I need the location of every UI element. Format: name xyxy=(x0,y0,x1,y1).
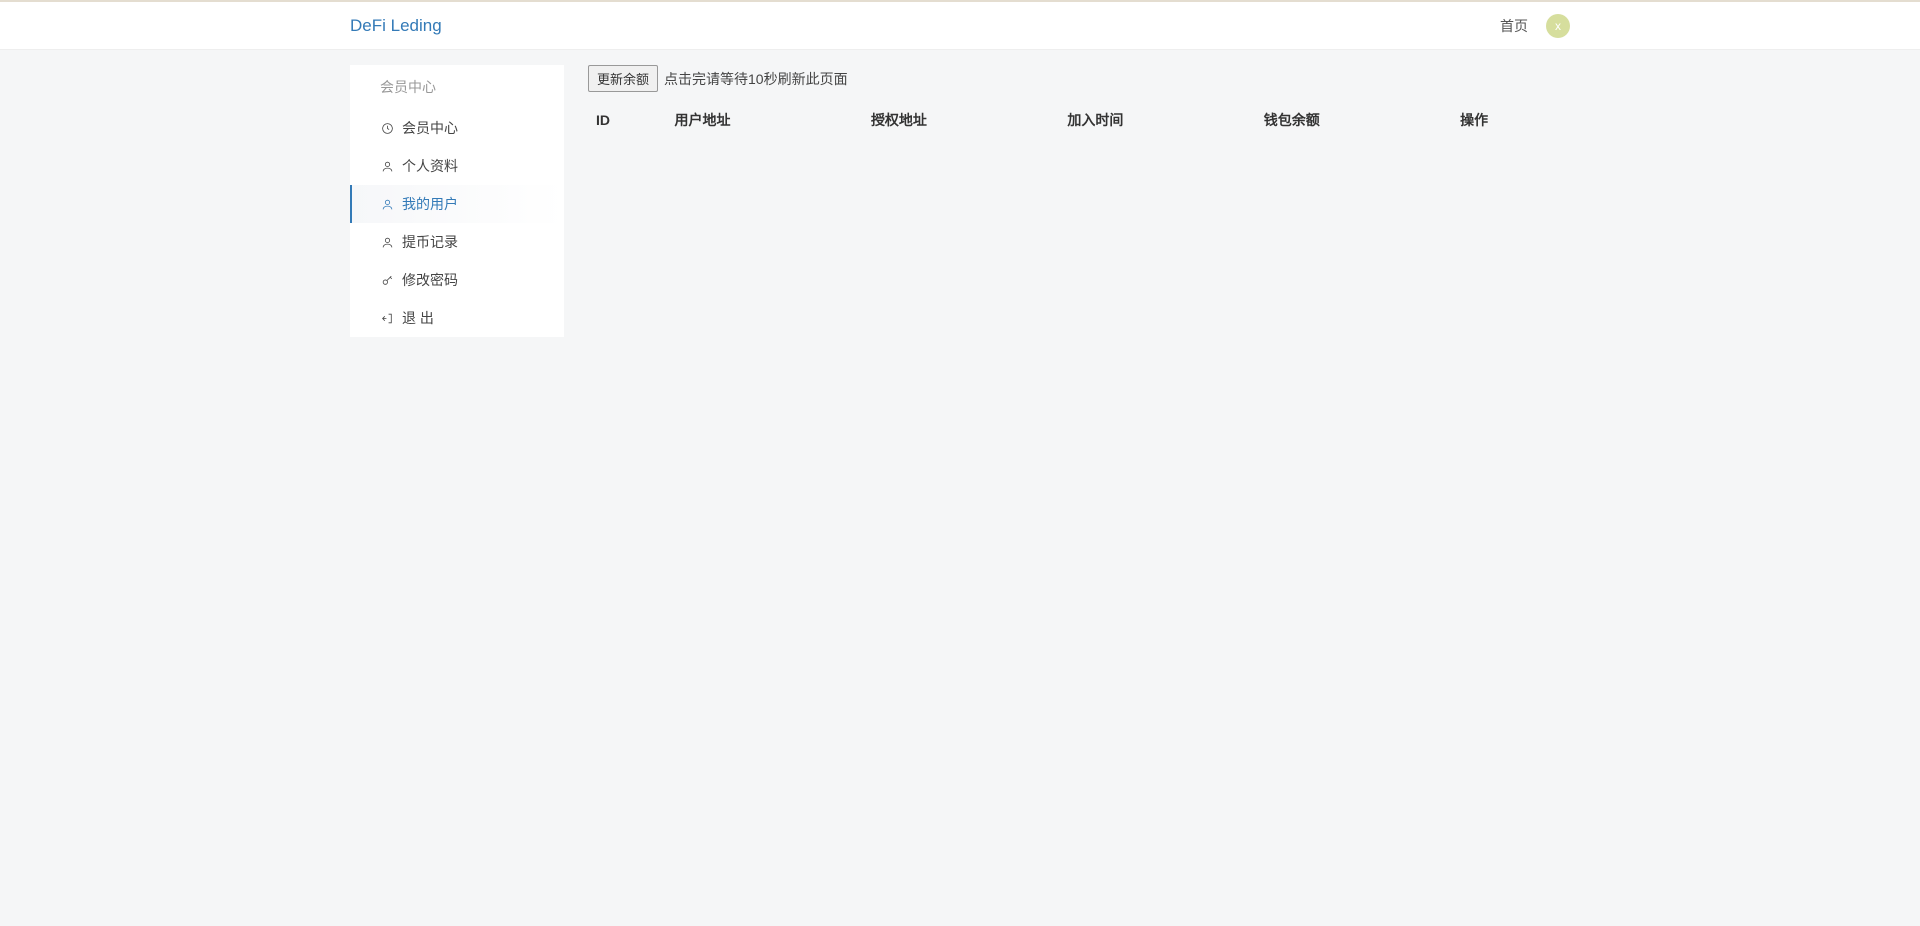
users-table: ID 用户地址 授权地址 加入时间 钱包余额 操作 xyxy=(588,102,1570,138)
sidebar-item-label: 个人资料 xyxy=(402,156,458,176)
dashboard-icon xyxy=(380,121,394,135)
sidebar-header: 会员中心 xyxy=(350,65,564,109)
main-content: 更新余额 点击完请等待10秒刷新此页面 ID 用户地址 授权地址 加入时间 钱包… xyxy=(588,65,1570,337)
navbar: DeFi Leding 首页 x xyxy=(0,2,1920,50)
refresh-hint-text: 点击完请等待10秒刷新此页面 xyxy=(664,69,848,89)
sidebar-menu: 会员中心 个人资料 我的用户 xyxy=(350,109,564,337)
col-auth-address: 授权地址 xyxy=(863,102,1059,138)
logout-icon xyxy=(380,311,394,325)
key-icon xyxy=(380,273,394,287)
sidebar-item-logout[interactable]: 退 出 xyxy=(350,299,564,337)
sidebar-item-label: 修改密码 xyxy=(402,270,458,290)
nav-home-link[interactable]: 首页 xyxy=(1500,16,1528,36)
sidebar-item-label: 退 出 xyxy=(402,308,434,328)
user-icon xyxy=(380,197,394,211)
avatar-button[interactable]: x xyxy=(1546,14,1570,38)
sidebar-item-change-password[interactable]: 修改密码 xyxy=(350,261,564,299)
user-icon xyxy=(380,159,394,173)
sidebar-item-label: 提币记录 xyxy=(402,232,458,252)
user-icon xyxy=(380,235,394,249)
table-header-row: ID 用户地址 授权地址 加入时间 钱包余额 操作 xyxy=(588,102,1570,138)
sidebar-item-withdraw-records[interactable]: 提币记录 xyxy=(350,223,564,261)
col-wallet-balance: 钱包余额 xyxy=(1256,102,1452,138)
sidebar: 会员中心 会员中心 个人资料 xyxy=(350,65,564,337)
sidebar-item-label: 我的用户 xyxy=(402,194,458,214)
sidebar-item-label: 会员中心 xyxy=(402,118,458,138)
col-action: 操作 xyxy=(1452,102,1570,138)
sidebar-item-my-users[interactable]: 我的用户 xyxy=(350,185,564,223)
col-join-time: 加入时间 xyxy=(1059,102,1255,138)
col-id: ID xyxy=(588,102,667,138)
refresh-balance-button[interactable]: 更新余额 xyxy=(588,65,658,92)
brand-logo[interactable]: DeFi Leding xyxy=(350,16,442,36)
col-user-address: 用户地址 xyxy=(667,102,863,138)
sidebar-item-member-center[interactable]: 会员中心 xyxy=(350,109,564,147)
sidebar-item-profile[interactable]: 个人资料 xyxy=(350,147,564,185)
toolbar: 更新余额 点击完请等待10秒刷新此页面 xyxy=(588,65,1570,92)
